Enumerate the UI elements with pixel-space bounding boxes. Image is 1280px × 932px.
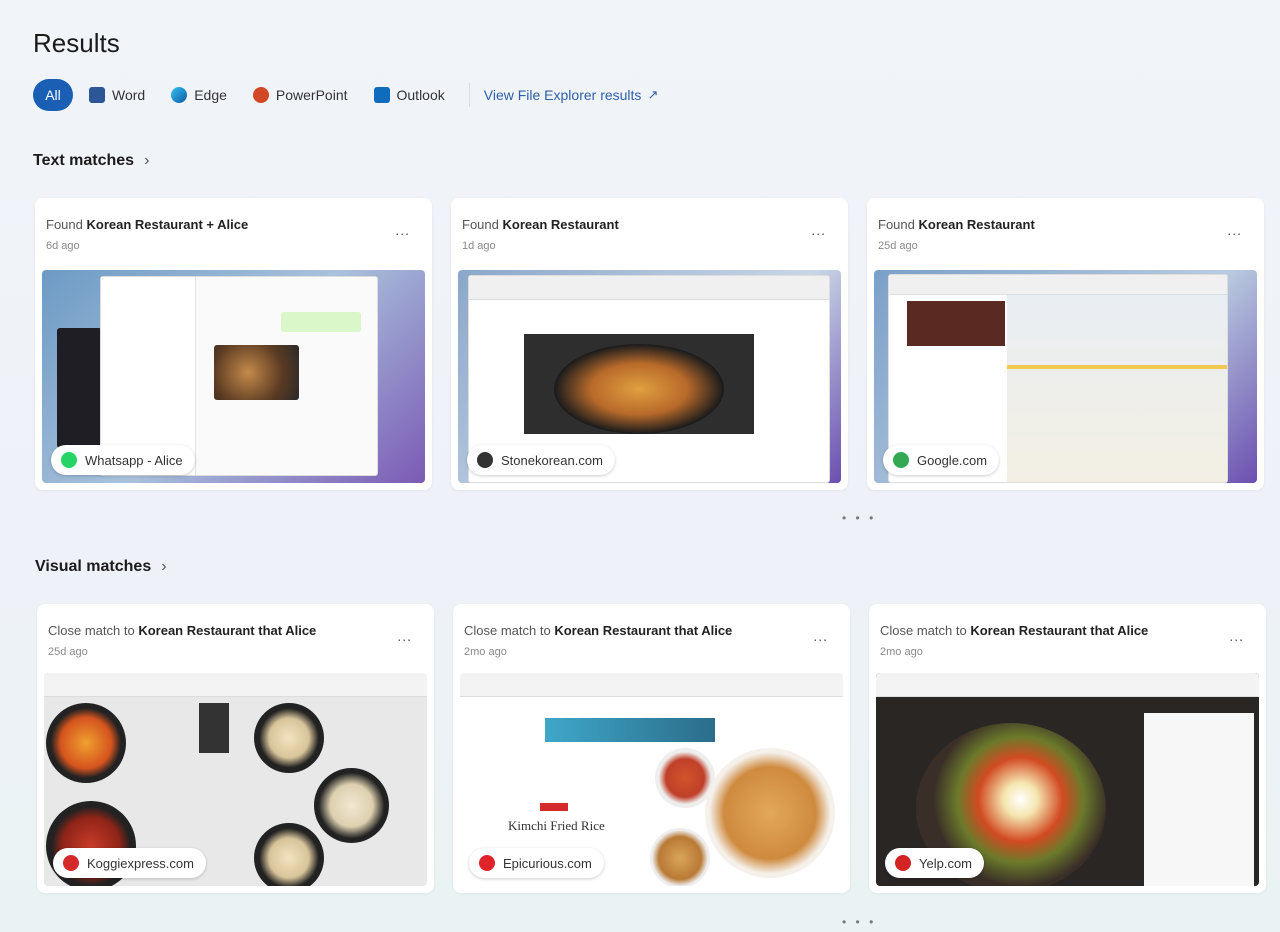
source-pill[interactable]: Stonekorean.com bbox=[467, 445, 615, 475]
filter-label: Outlook bbox=[396, 87, 445, 103]
card-heading: Found Korean Restaurant bbox=[462, 217, 619, 232]
screenshot-thumbnail[interactable]: Whatsapp - Alice bbox=[42, 270, 425, 483]
yelp-icon bbox=[895, 855, 911, 871]
visual-match-card[interactable]: Close match to Korean Restaurant that Al… bbox=[453, 604, 850, 893]
card-heading: Found Korean Restaurant bbox=[878, 217, 1035, 232]
source-pill[interactable]: Epicurious.com bbox=[469, 848, 604, 878]
filter-all[interactable]: All bbox=[33, 79, 73, 111]
filter-label: Word bbox=[112, 87, 146, 103]
chevron-right-icon: › bbox=[161, 558, 167, 575]
filter-outlook[interactable]: Outlook bbox=[364, 79, 455, 111]
card-heading: Close match to Korean Restaurant that Al… bbox=[880, 623, 1149, 638]
card-time: 6d ago bbox=[46, 240, 80, 252]
card-time: 2mo ago bbox=[880, 646, 923, 658]
more-options-button[interactable]: ... bbox=[811, 222, 826, 238]
screenshot-thumbnail[interactable]: Kimchi Fried Rice Epicurious.com bbox=[460, 673, 843, 886]
card-time: 25d ago bbox=[878, 240, 918, 252]
screenshot-thumbnail[interactable]: Yelp.com bbox=[876, 673, 1259, 886]
card-heading: Close match to Korean Restaurant that Al… bbox=[48, 623, 317, 638]
text-match-card[interactable]: Found Korean Restaurant + Alice 6d ago .… bbox=[35, 198, 432, 490]
more-options-button[interactable]: ... bbox=[1229, 628, 1244, 644]
whatsapp-icon bbox=[61, 452, 77, 468]
source-pill[interactable]: Yelp.com bbox=[885, 848, 984, 878]
outlook-icon bbox=[373, 87, 390, 103]
start-menu bbox=[57, 328, 102, 448]
more-options-button[interactable]: ... bbox=[813, 628, 828, 644]
more-options-button[interactable]: ... bbox=[1227, 222, 1242, 238]
source-pill[interactable]: Google.com bbox=[883, 445, 1000, 475]
text-match-card[interactable]: Found Korean Restaurant 25d ago ... Goog… bbox=[867, 198, 1264, 490]
card-time: 1d ago bbox=[462, 240, 496, 252]
epicurious-icon bbox=[479, 855, 495, 871]
visual-match-card[interactable]: Close match to Korean Restaurant that Al… bbox=[869, 604, 1266, 893]
card-heading: Close match to Korean Restaurant that Al… bbox=[464, 623, 733, 638]
filter-label: PowerPoint bbox=[275, 87, 348, 103]
more-options-button[interactable]: ... bbox=[397, 628, 412, 644]
chevron-right-icon: › bbox=[144, 152, 150, 169]
card-time: 2mo ago bbox=[464, 646, 507, 658]
section-title: Text matches bbox=[33, 152, 135, 169]
word-icon bbox=[89, 87, 105, 103]
card-heading: Found Korean Restaurant + Alice bbox=[46, 217, 249, 232]
text-matches-header[interactable]: Text matches › bbox=[33, 152, 149, 170]
more-options-button[interactable]: ... bbox=[395, 222, 410, 238]
screenshot-thumbnail[interactable]: Stonekorean.com bbox=[458, 270, 841, 483]
screenshot-thumbnail[interactable]: Google.com bbox=[874, 270, 1257, 483]
filter-bar: All Word Edge PowerPoint Outlook View Fi… bbox=[33, 79, 658, 111]
link-label: View File Explorer results bbox=[483, 87, 642, 103]
source-pill[interactable]: Koggiexpress.com bbox=[53, 848, 206, 878]
stonekorean-icon bbox=[477, 452, 493, 468]
powerpoint-icon bbox=[252, 87, 269, 103]
visual-match-card[interactable]: Close match to Korean Restaurant that Al… bbox=[37, 604, 434, 893]
divider bbox=[468, 83, 470, 107]
card-time: 25d ago bbox=[48, 646, 88, 658]
thumbnail-caption: Kimchi Fried Rice bbox=[508, 818, 605, 833]
external-link-icon: ↗ bbox=[647, 87, 659, 102]
edge-icon bbox=[171, 87, 188, 103]
pagination-dots[interactable]: • • • bbox=[842, 915, 876, 929]
filter-label: Edge bbox=[194, 87, 227, 103]
visual-matches-header[interactable]: Visual matches › bbox=[35, 558, 167, 576]
screenshot-thumbnail[interactable]: Koggiexpress.com bbox=[44, 673, 427, 886]
source-pill[interactable]: Whatsapp - Alice bbox=[51, 445, 195, 475]
filter-powerpoint[interactable]: PowerPoint bbox=[243, 79, 358, 111]
filter-word[interactable]: Word bbox=[79, 79, 155, 111]
google-maps-icon bbox=[893, 452, 909, 468]
koggiexpress-icon bbox=[63, 855, 79, 871]
text-match-card[interactable]: Found Korean Restaurant 1d ago ... Stone… bbox=[451, 198, 848, 490]
pagination-dots[interactable]: • • • bbox=[842, 511, 876, 525]
view-file-explorer-link[interactable]: View File Explorer results ↗ bbox=[484, 87, 659, 103]
section-title: Visual matches bbox=[35, 558, 152, 575]
filter-edge[interactable]: Edge bbox=[161, 79, 237, 111]
page-title: Results bbox=[33, 28, 120, 58]
filter-label: All bbox=[45, 87, 61, 103]
